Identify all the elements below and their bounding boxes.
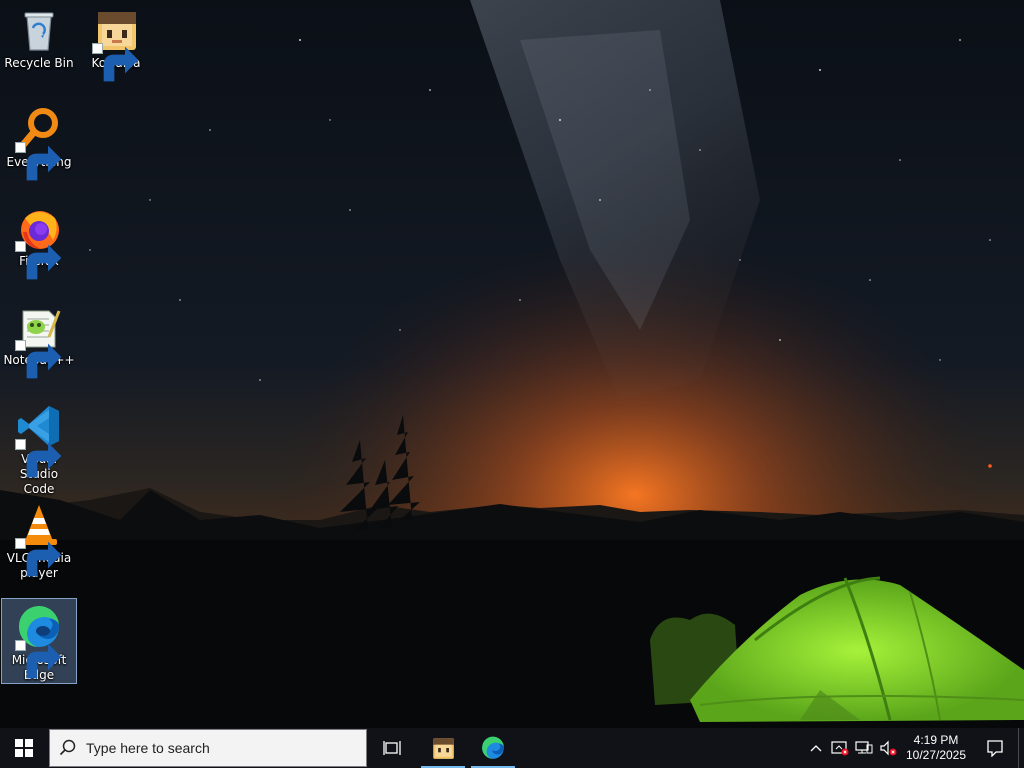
shortcut-arrow-icon [15,142,62,181]
everything-search-icon [15,105,63,181]
edge-icon [482,736,504,759]
firefox-icon [15,204,63,280]
desktop-icon-vlc[interactable]: VLC media player [1,497,77,581]
taskbar-app-edge[interactable] [469,728,517,768]
clock-date: 10/27/2025 [905,748,967,762]
taskbar-app-kogama[interactable] [419,728,467,768]
start-button[interactable] [0,728,48,768]
taskbar: Type here to search 4:19 PM 10/27/2025 [0,728,1024,768]
show-desktop-button[interactable] [1018,728,1024,768]
desktop-icon-everything[interactable]: Everything [1,101,77,181]
desktop-icon-edge[interactable]: Microsoft Edge [1,598,77,684]
system-tray: 4:19 PM 10/27/2025 [804,728,1024,768]
notepad-plus-plus-icon [15,303,63,379]
windows-logo-icon [15,739,33,757]
desktop-icon-notepad-plus-plus[interactable]: Notepad++ [1,299,77,379]
desktop-icon-recycle-bin[interactable]: Recycle Bin [1,2,77,71]
vlc-icon [15,501,63,577]
shortcut-arrow-icon [15,340,62,379]
desktop[interactable]: Recycle Bin KoGaMa Everything [0,0,1024,728]
security-alert-icon[interactable] [828,728,852,768]
wallpaper-image [0,0,1024,728]
notification-icon [987,740,1003,757]
desktop-icon-firefox[interactable]: Firefox [1,200,77,280]
search-placeholder: Type here to search [86,740,210,756]
desktop-icon-kogama[interactable]: KoGaMa [78,2,154,82]
shortcut-arrow-icon [92,43,139,82]
recycle-bin-icon [15,6,63,54]
volume-muted-icon[interactable] [876,728,900,768]
network-disconnected-icon[interactable] [852,728,876,768]
shortcut-arrow-icon [15,439,62,478]
taskbar-clock[interactable]: 4:19 PM 10/27/2025 [900,733,972,763]
edge-icon [15,603,63,679]
shortcut-arrow-icon [15,640,62,679]
task-view-button[interactable] [369,728,417,768]
desktop-icon-vscode[interactable]: Visual Studio Code [1,398,77,497]
search-icon [50,739,86,757]
action-center-button[interactable] [972,728,1018,768]
clock-time: 4:19 PM [913,733,959,747]
desktop-icon-label: Recycle Bin [4,56,74,70]
taskbar-search-box[interactable]: Type here to search [49,729,367,767]
kogama-icon [92,6,140,82]
vscode-icon [15,402,63,478]
shortcut-arrow-icon [15,241,62,280]
chevron-up-icon[interactable] [804,728,828,768]
task-view-icon [383,741,401,755]
kogama-icon [433,738,454,759]
shortcut-arrow-icon [15,538,62,577]
